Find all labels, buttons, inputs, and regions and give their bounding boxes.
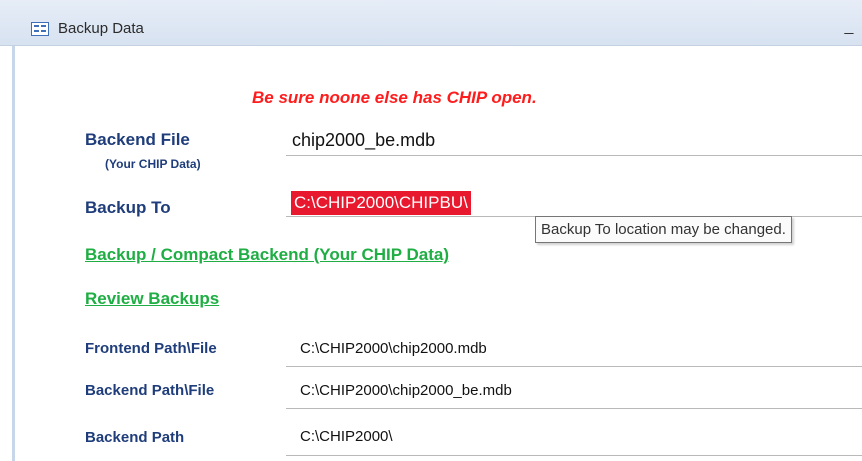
left-border xyxy=(12,46,15,461)
backend-file-label: Backend File xyxy=(85,130,190,149)
frontend-path-file-value[interactable]: C:\CHIP2000\chip2000.mdb xyxy=(300,340,487,357)
backup-compact-link[interactable]: Backup / Compact Backend (Your CHIP Data… xyxy=(85,245,449,265)
window-title: Backup Data xyxy=(58,20,144,37)
backend-path-underline xyxy=(286,455,862,456)
minimize-button[interactable]: _ xyxy=(840,18,858,38)
title-bar: Backup Data _ xyxy=(0,0,862,46)
backup-to-tooltip: Backup To location may be changed. xyxy=(535,216,792,243)
form-icon xyxy=(31,22,49,36)
backup-to-field[interactable]: C:\CHIP2000\CHIPBU\ xyxy=(291,191,471,215)
frontend-path-file-label: Frontend Path\File xyxy=(85,340,217,357)
backup-to-label: Backup To xyxy=(85,198,171,217)
backend-file-sublabel: (Your CHIP Data) xyxy=(105,157,201,171)
review-backups-link[interactable]: Review Backups xyxy=(85,289,219,309)
backend-file-underline xyxy=(286,155,862,156)
backend-path-value[interactable]: C:\CHIP2000\ xyxy=(300,428,393,445)
backend-file-field[interactable]: chip2000_be.mdb xyxy=(292,130,435,151)
frontend-path-underline xyxy=(286,366,862,367)
backend-path-label: Backend Path xyxy=(85,429,185,446)
backend-path-file-underline xyxy=(286,408,862,409)
backend-path-file-value[interactable]: C:\CHIP2000\chip2000_be.mdb xyxy=(300,382,512,399)
backend-path-file-label: Backend Path\File xyxy=(85,382,215,399)
warning-message: Be sure noone else has CHIP open. xyxy=(252,88,537,107)
